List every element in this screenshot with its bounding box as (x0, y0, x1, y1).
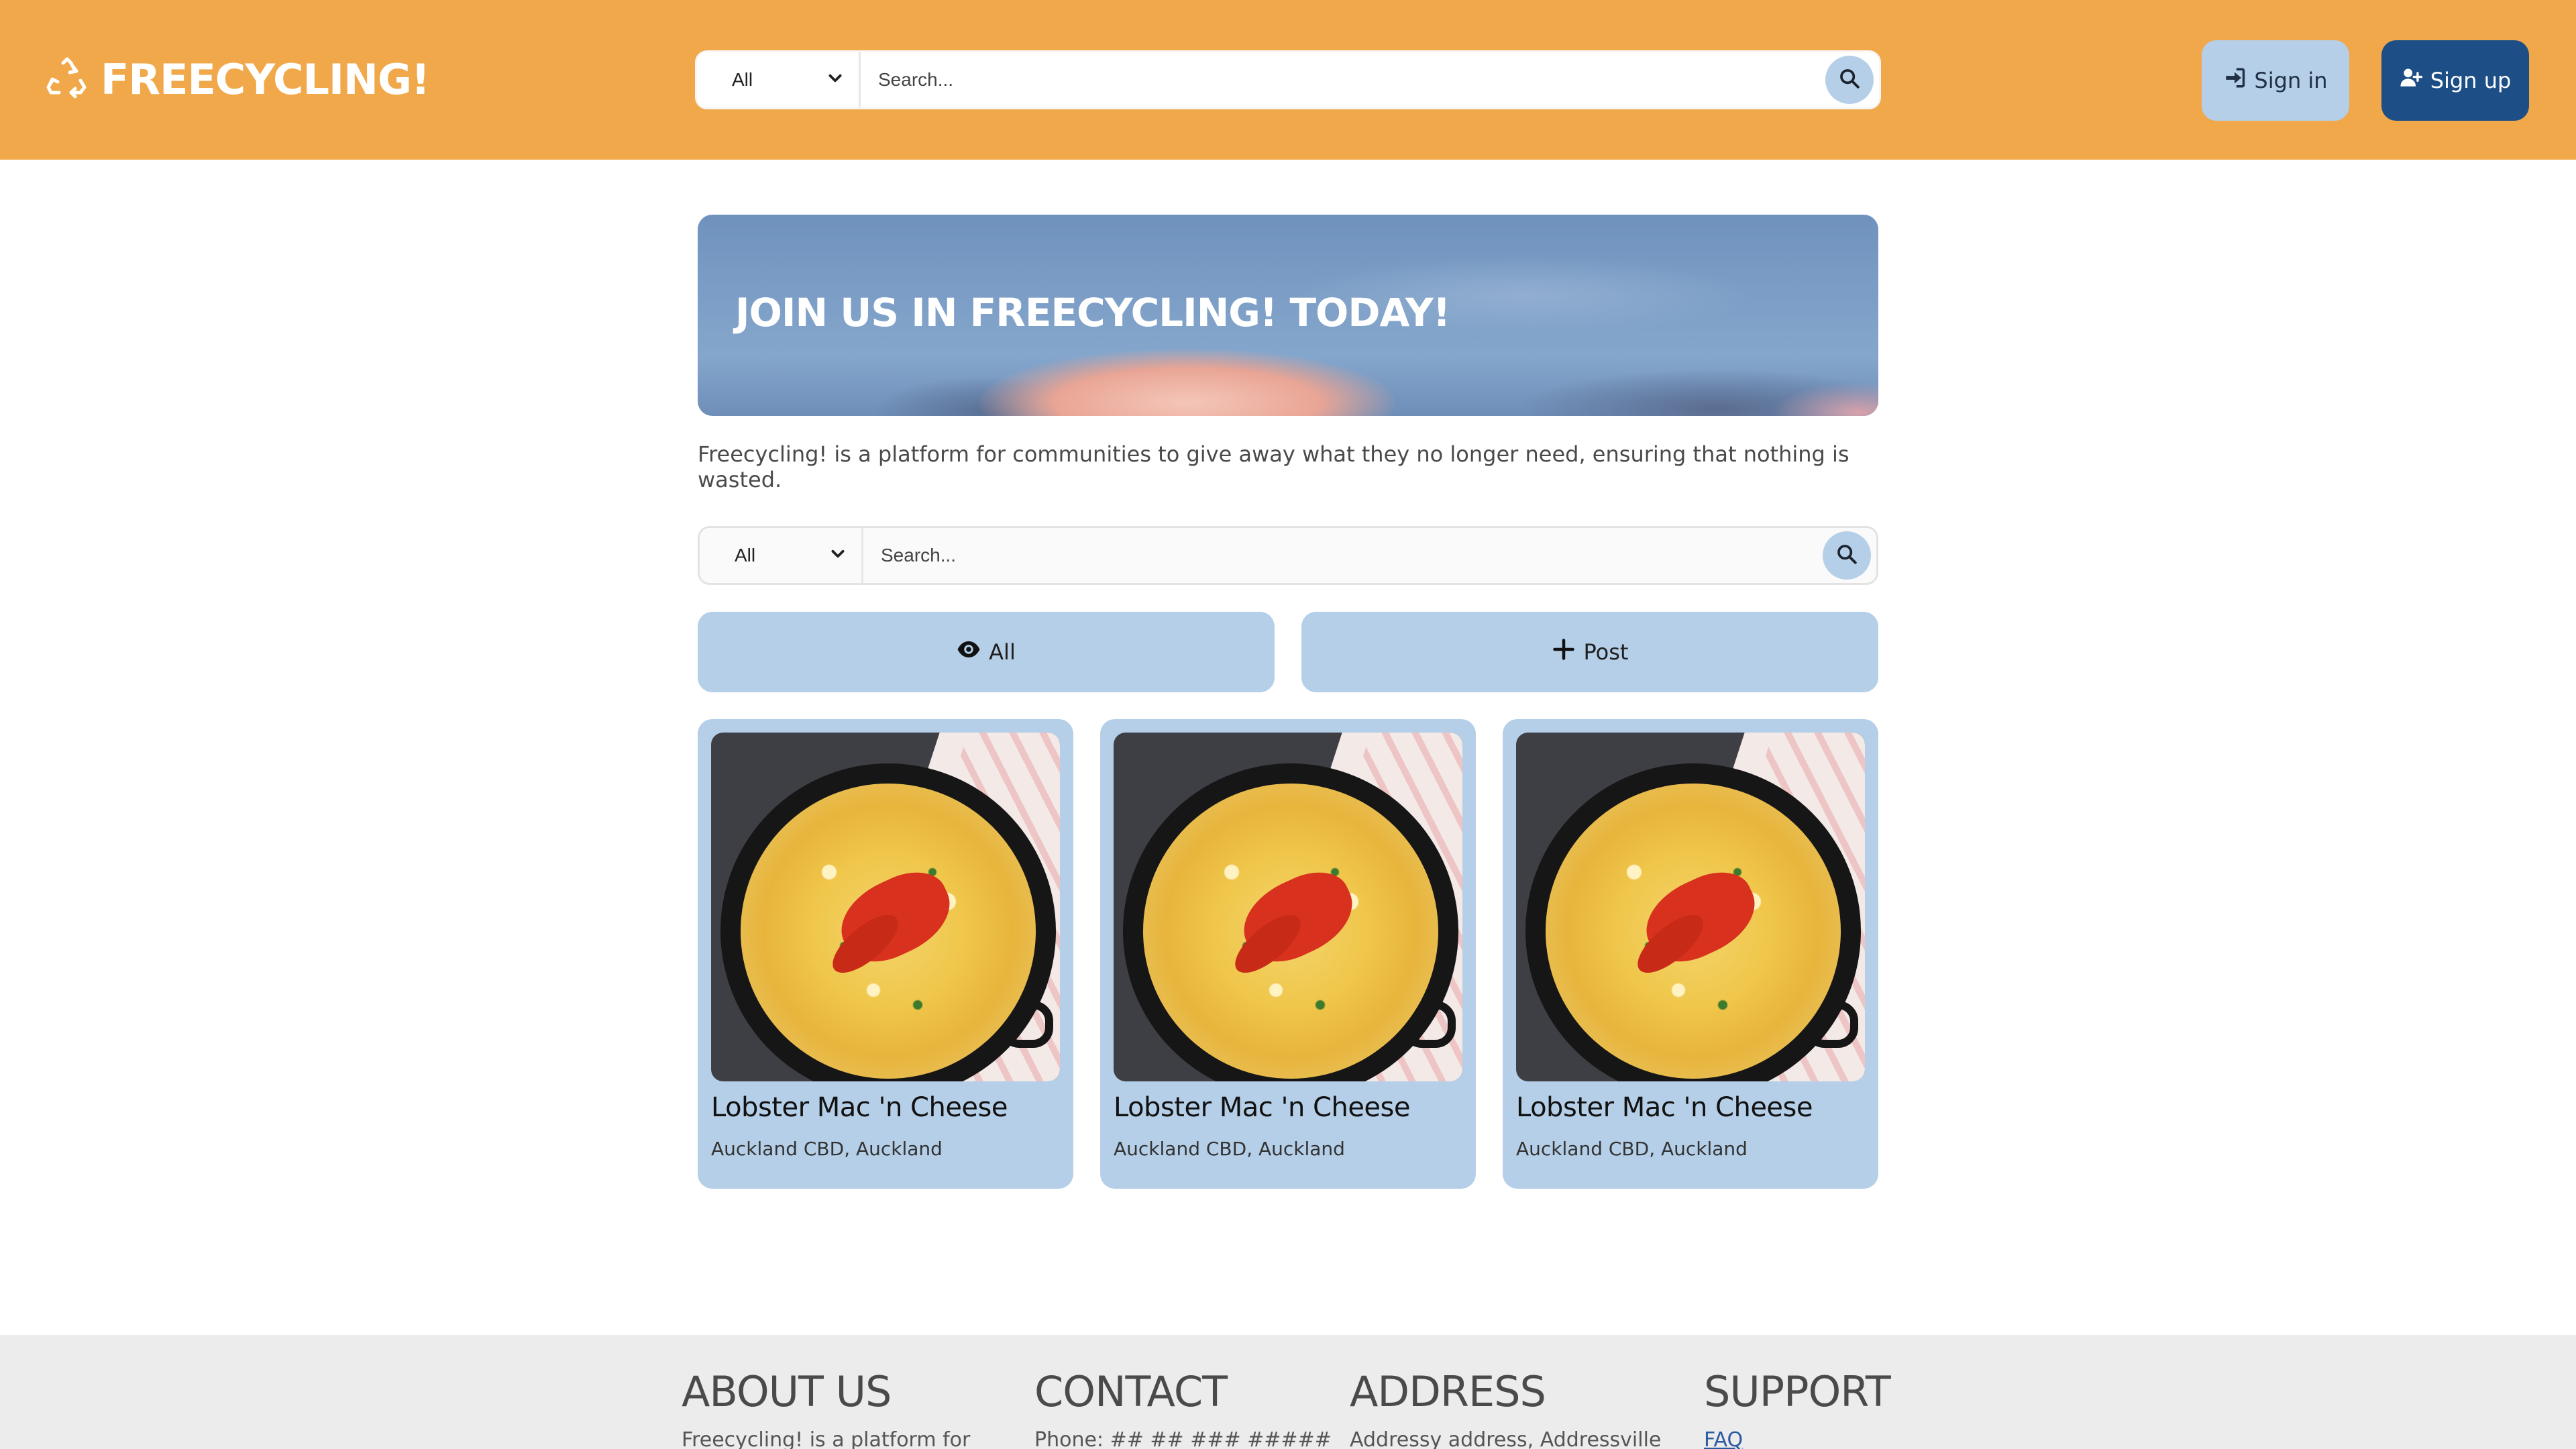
plus-icon (1552, 637, 1576, 667)
footer-support-heading: SUPPORT (1704, 1367, 1891, 1416)
header-category-value: All (732, 69, 753, 90)
main-search-input[interactable] (863, 528, 1823, 583)
footer-contact-text: Phone: ## ## ### ##### (1034, 1428, 1332, 1449)
view-all-label: All (989, 639, 1016, 665)
header-search-button[interactable] (1825, 56, 1874, 104)
header-search-bar: All (695, 50, 1881, 109)
brand-name: FREECYCLING! (101, 54, 430, 104)
post-button[interactable]: Post (1301, 612, 1878, 692)
hero-title: JOIN US IN FREECYCLING! TODAY! (735, 290, 1450, 335)
listing-image (1114, 733, 1462, 1081)
listing-title: Lobster Mac 'n Cheese (1114, 1092, 1410, 1123)
chevron-down-icon (826, 69, 844, 91)
footer-address-text: Addressy address, Addressville (1350, 1428, 1662, 1449)
footer-contact: CONTACT Phone: ## ## ### ##### (1034, 1367, 1332, 1449)
main-category-select[interactable]: All (700, 528, 863, 583)
user-plus-icon (2400, 66, 2423, 95)
footer-about-text: Freecycling! is a platform for (682, 1428, 971, 1449)
intro-text: Freecycling! is a platform for communiti… (698, 441, 1849, 492)
listing-card[interactable]: Lobster Mac 'n Cheese Auckland CBD, Auck… (1100, 719, 1476, 1189)
footer-address-heading: ADDRESS (1350, 1367, 1546, 1416)
sign-in-icon (2223, 66, 2246, 95)
listing-card[interactable]: Lobster Mac 'n Cheese Auckland CBD, Auck… (1503, 719, 1878, 1189)
search-icon (1838, 67, 1861, 93)
recycle-icon (46, 56, 89, 103)
main-search-bar: All (698, 526, 1878, 585)
view-all-button[interactable]: All (698, 612, 1275, 692)
listing-location: Auckland CBD, Auckland (711, 1138, 943, 1160)
sign-up-button[interactable]: Sign up (2381, 40, 2529, 121)
brand-logo[interactable]: FREECYCLING! (46, 48, 430, 110)
hero-banner: JOIN US IN FREECYCLING! TODAY! (698, 215, 1878, 416)
header-category-select[interactable]: All (697, 52, 861, 107)
search-icon (1835, 543, 1858, 569)
post-label: Post (1583, 639, 1629, 665)
listing-title: Lobster Mac 'n Cheese (711, 1092, 1008, 1123)
listing-image (711, 733, 1060, 1081)
sign-up-label: Sign up (2430, 68, 2512, 93)
site-footer: ABOUT US Freecycling! is a platform for … (0, 1335, 2576, 1449)
footer-address: ADDRESS Addressy address, Addressville (1350, 1367, 1661, 1449)
main-category-value: All (735, 545, 756, 566)
footer-contact-heading: CONTACT (1034, 1367, 1228, 1416)
footer-about-heading: ABOUT US (682, 1367, 892, 1416)
listing-location: Auckland CBD, Auckland (1516, 1138, 1748, 1160)
listing-card[interactable]: Lobster Mac 'n Cheese Auckland CBD, Auck… (698, 719, 1073, 1189)
faq-link[interactable]: FAQ (1704, 1428, 1890, 1449)
header-search-input[interactable] (861, 52, 1825, 107)
sign-in-label: Sign in (2254, 68, 2328, 93)
footer-support: SUPPORT FAQ (1704, 1367, 1891, 1449)
listing-image (1516, 733, 1865, 1081)
listing-location: Auckland CBD, Auckland (1114, 1138, 1345, 1160)
hero-cloud (979, 349, 1395, 416)
eye-icon (957, 637, 981, 667)
main-search-button[interactable] (1823, 531, 1871, 580)
site-header: FREECYCLING! All Sign in Sign up (0, 0, 2576, 160)
chevron-down-icon (829, 545, 847, 567)
sign-in-button[interactable]: Sign in (2202, 40, 2349, 121)
footer-about: ABOUT US Freecycling! is a platform for (682, 1367, 970, 1449)
listing-title: Lobster Mac 'n Cheese (1516, 1092, 1813, 1123)
